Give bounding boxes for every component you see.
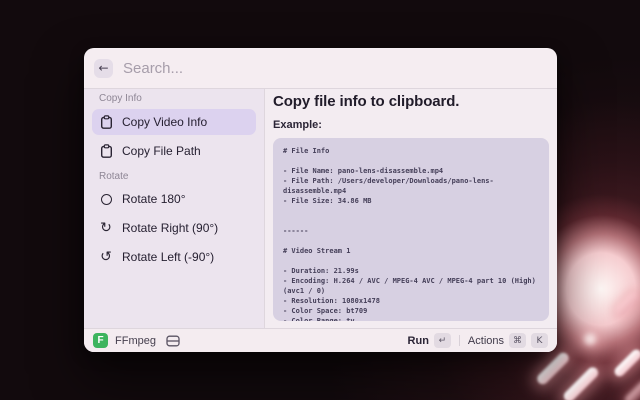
- example-code-block: # File Info - File Name: pano-lens-disas…: [273, 138, 549, 321]
- sidebar-item-label: Rotate Right (90°): [122, 221, 218, 235]
- sidebar-item-rotate-right[interactable]: ↻ Rotate Right (90°): [92, 215, 256, 241]
- sidebar-item-label: Copy File Path: [122, 144, 201, 158]
- glow-dot: [584, 333, 596, 345]
- launcher-window: ← Copy Info Copy Video Info: [84, 48, 557, 352]
- divider: [459, 335, 460, 346]
- clipboard-icon: [99, 115, 113, 129]
- arrow-left-icon: ←: [98, 62, 108, 74]
- sidebar-item-label: Copy Video Info: [122, 115, 207, 129]
- sidebar-item-label: Rotate 180°: [122, 192, 186, 206]
- actions-button[interactable]: Actions ⌘ K: [468, 333, 548, 348]
- clipboard-icon: [99, 144, 113, 158]
- app-name-label: FFmpeg: [115, 335, 156, 347]
- example-label: Example:: [273, 119, 549, 131]
- circle-icon: [99, 194, 113, 205]
- sidebar-item-copy-video-info[interactable]: Copy Video Info: [92, 109, 256, 135]
- ffmpeg-app-icon: F: [93, 333, 108, 348]
- actions-label: Actions: [468, 335, 504, 347]
- search-input[interactable]: [123, 60, 547, 77]
- detail-pane: Copy file info to clipboard. Example: # …: [265, 89, 557, 328]
- sidebar-item-label: Rotate Left (-90°): [122, 250, 214, 264]
- k-key-icon: K: [531, 333, 548, 348]
- search-bar: ←: [84, 48, 557, 88]
- run-button[interactable]: Run ↵: [408, 333, 451, 348]
- back-button[interactable]: ←: [94, 59, 113, 78]
- example-code-text: # File Info - File Name: pano-lens-disas…: [283, 146, 539, 321]
- section-label-rotate: Rotate: [99, 171, 256, 182]
- run-label: Run: [408, 335, 429, 347]
- return-key-icon: ↵: [434, 333, 451, 348]
- window-icon: [166, 335, 180, 347]
- detail-title: Copy file info to clipboard.: [273, 93, 549, 110]
- command-key-icon: ⌘: [509, 333, 526, 348]
- action-bar: F FFmpeg Run ↵ Actions ⌘ K: [84, 329, 557, 352]
- command-sidebar: Copy Info Copy Video Info Cop: [84, 89, 264, 328]
- rotate-counterclockwise-icon: ↺: [99, 250, 113, 264]
- sidebar-item-copy-file-path[interactable]: Copy File Path: [92, 138, 256, 164]
- rotate-clockwise-icon: ↻: [99, 221, 113, 235]
- sidebar-item-rotate-left[interactable]: ↺ Rotate Left (-90°): [92, 244, 256, 270]
- sidebar-item-rotate-180[interactable]: Rotate 180°: [92, 186, 256, 212]
- section-label-copy-info: Copy Info: [99, 93, 256, 104]
